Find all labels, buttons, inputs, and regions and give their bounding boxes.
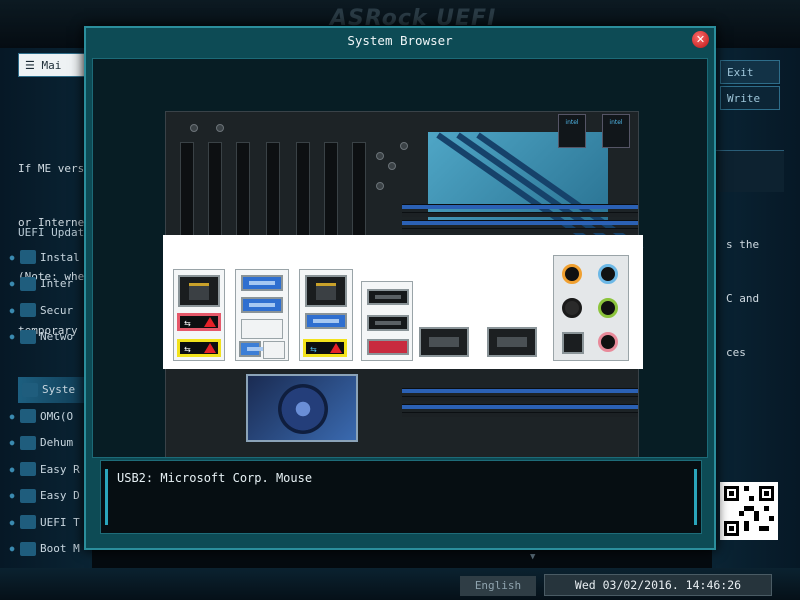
usb2-port[interactable] [367, 289, 409, 305]
asrock-logo-icon [204, 343, 216, 353]
fan-icon [278, 384, 328, 434]
qr-code-graphic [724, 486, 774, 536]
dimm-slot[interactable] [402, 204, 638, 209]
usb-icon: ⇆ [310, 345, 317, 354]
audio-jacks-panel [553, 255, 629, 361]
nav-item-internet-flash[interactable]: ● Inter [8, 271, 92, 298]
raid-icon [20, 462, 36, 477]
tool-nav-list: ● Instal ● Inter ● Secur ● Netwo Syste ● OMG(… [8, 244, 92, 562]
write-button[interactable]: Write [720, 86, 780, 110]
shield-icon [20, 303, 36, 318]
uefi-update-label: UEFI Updat [18, 226, 85, 239]
usb3-port[interactable] [239, 341, 273, 357]
internet-icon [20, 276, 36, 291]
system-browser-icon [22, 382, 38, 397]
lan-port[interactable] [419, 327, 469, 357]
dimm-slot[interactable] [402, 212, 638, 217]
capacitor [376, 182, 384, 190]
nav-item-spacer [8, 350, 92, 377]
audio-jack-line-in[interactable] [598, 264, 618, 284]
device-info-panel: USB2: Microsoft Corp. Mouse [100, 460, 702, 534]
audio-jack-mic-in[interactable] [598, 332, 618, 352]
intel-lan-chip[interactable]: intel [558, 114, 586, 148]
network-icon [20, 329, 36, 344]
nav-item-boot-manager[interactable]: ● Boot M [8, 536, 92, 563]
dehumidifier-icon [20, 435, 36, 450]
datetime-display: Wed 03/02/2016. 14:46:26 [544, 574, 772, 596]
intel-lan-chip[interactable]: intel [602, 114, 630, 148]
nav-item-instant-flash[interactable]: ● Instal [8, 244, 92, 271]
dimm-slot[interactable] [402, 396, 638, 401]
lan-port[interactable] [178, 275, 220, 307]
tech-service-icon [20, 515, 36, 530]
usb2-port-selected[interactable]: ⇆ [177, 313, 221, 331]
audio-jack-center-sub[interactable] [562, 264, 582, 284]
asrock-logo-icon [330, 343, 342, 353]
scroll-down-icon[interactable]: ▼ [530, 552, 535, 562]
usb-icon: ⇆ [184, 319, 191, 328]
dialog-title: System Browser [347, 33, 453, 48]
usb-port[interactable]: ⇆ [303, 339, 347, 357]
boot-icon [20, 541, 36, 556]
lan-port[interactable] [305, 275, 347, 307]
qr-code-icon[interactable] [720, 482, 778, 540]
capacitor [190, 124, 198, 132]
rear-io-panel: ⇆ ⇆ ⇆ [163, 235, 643, 369]
system-browser-dialog: System Browser ✕ intel intel ⇆ ⇆ ⇆ USB2:… [84, 26, 716, 550]
capacitor [388, 162, 396, 170]
capacitor [400, 142, 408, 150]
asrock-logo-icon [204, 317, 216, 327]
download-icon [20, 488, 36, 503]
optical-spdif-port[interactable] [562, 332, 584, 354]
usb3-port[interactable] [241, 297, 283, 313]
usb-icon: ⇆ [184, 345, 191, 354]
nav-item-easy-driver[interactable]: ● Easy D [8, 483, 92, 510]
close-icon[interactable]: ✕ [692, 31, 709, 48]
dimm-slot[interactable] [402, 220, 638, 225]
motherboard-viewport: intel intel ⇆ ⇆ ⇆ [92, 58, 708, 458]
capacitor [376, 152, 384, 160]
language-button[interactable]: English [460, 576, 536, 596]
nav-item-system-browser[interactable]: Syste [18, 376, 92, 403]
capacitor [216, 124, 224, 132]
dimm-slot[interactable] [402, 412, 638, 417]
nav-item-uefi-tech[interactable]: ● UEFI T [8, 509, 92, 536]
usb2-port[interactable]: ⇆ [177, 339, 221, 357]
chipset-heatsink[interactable] [246, 374, 358, 442]
flash-icon [20, 250, 36, 265]
dimm-slot[interactable] [402, 228, 638, 233]
nav-item-omg[interactable]: ● OMG(O [8, 403, 92, 430]
device-info-text: USB2: Microsoft Corp. Mouse [117, 471, 313, 485]
dimm-slot[interactable] [402, 404, 638, 409]
nav-item-network[interactable]: ● Netwo [8, 324, 92, 351]
bios-flashback-button[interactable] [263, 341, 285, 359]
right-info-panel [716, 150, 784, 192]
usb3-port[interactable] [241, 275, 283, 291]
nav-item-easy-raid[interactable]: ● Easy R [8, 456, 92, 483]
right-description: s the C and ces [726, 238, 760, 359]
usb2-port[interactable] [367, 315, 409, 331]
nav-item-dehumidifier[interactable]: ● Dehum [8, 430, 92, 457]
main-mode-button[interactable]: ☰ Mai [18, 53, 90, 77]
audio-jack-line-out[interactable] [598, 298, 618, 318]
usb3-port[interactable] [305, 313, 347, 329]
dimm-slot[interactable] [402, 388, 638, 393]
nav-item-secure-erase[interactable]: ● Secur [8, 297, 92, 324]
lan-port[interactable] [487, 327, 537, 357]
exit-button[interactable]: Exit [720, 60, 780, 84]
esata-port[interactable] [367, 339, 409, 355]
omg-icon [20, 409, 36, 424]
clear-cmos-button[interactable] [241, 319, 283, 339]
audio-jack-rear-speaker[interactable] [562, 298, 582, 318]
